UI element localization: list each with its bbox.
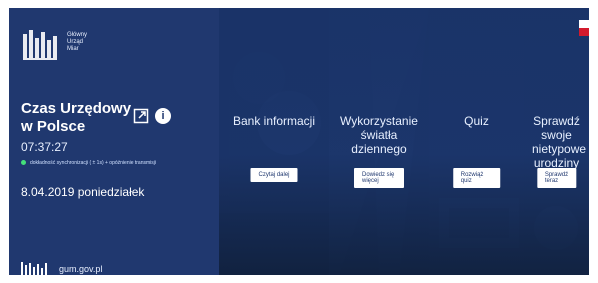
title-line-1: Czas Urzędowy — [21, 100, 132, 117]
tile-overlay — [219, 8, 329, 275]
app-root: Główny Urząd Miar Czas Urzędowy w Polsce… — [9, 8, 589, 275]
logo-text-line-3: Miar — [67, 46, 79, 52]
tile-heading: Quiz — [464, 114, 489, 128]
page-title: Czas Urzędowy w Polsce — [21, 100, 131, 136]
tile-quiz[interactable]: Quiz Rozwiąż quiz — [429, 8, 524, 275]
clock-panel: Główny Urząd Miar Czas Urzędowy w Polsce… — [9, 8, 229, 275]
info-icon[interactable]: i — [155, 108, 171, 124]
poland-flag-icon — [579, 20, 589, 36]
status-dot-icon — [21, 160, 26, 165]
check-now-button[interactable]: Sprawdź teraz — [536, 168, 577, 188]
external-window-icon[interactable] — [133, 108, 149, 124]
sync-status: dokładność synchronizacji ( ± 1s) + opóź… — [21, 160, 201, 166]
logo-text-line-2: Urząd — [67, 39, 84, 45]
tile-bank-informacji[interactable]: Bank informacji Czytaj dalej — [219, 8, 329, 275]
gum-barcode-icon — [21, 262, 47, 275]
tile-unusual-birthdays[interactable]: Sprawdź swoje nietypowe urodziny Sprawdź… — [524, 8, 589, 275]
tile-heading: Bank informacji — [232, 114, 316, 128]
site-domain: gum.gov.pl — [59, 264, 103, 274]
tile-heading: Wykorzystanie światła dziennego — [340, 114, 418, 156]
logo-text-line-1: Główny — [67, 32, 88, 38]
tile-daylight-usage[interactable]: Wykorzystanie światła dziennego Dowiedz … — [329, 8, 429, 275]
title-line-2: w Polsce — [21, 118, 86, 135]
current-date: 8.04.2019 poniedziałek — [21, 185, 145, 199]
tile-overlay — [429, 8, 524, 275]
learn-more-button[interactable]: Dowiedz się więcej — [354, 168, 404, 188]
read-more-button[interactable]: Czytaj dalej — [250, 168, 298, 182]
gum-logo-icon — [23, 30, 57, 60]
clock-time: 07:37:27 — [21, 140, 68, 154]
sync-text: dokładność synchronizacji ( ± 1s) + opóź… — [30, 160, 156, 166]
solve-quiz-button[interactable]: Rozwiąż quiz — [452, 168, 501, 188]
logo-text: Główny Urząd Miar — [67, 32, 87, 53]
site-link[interactable]: gum.gov.pl — [21, 262, 102, 275]
tile-heading: Sprawdź swoje nietypowe urodziny — [532, 114, 587, 170]
